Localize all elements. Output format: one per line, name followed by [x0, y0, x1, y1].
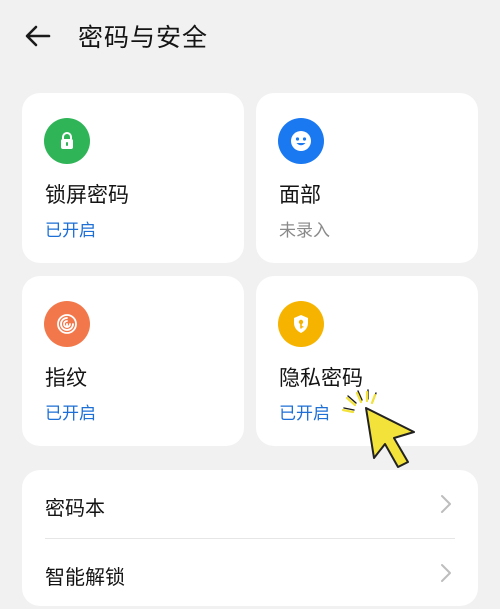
back-arrow-icon[interactable] — [22, 20, 54, 52]
list-item-password-book[interactable]: 密码本 — [22, 470, 478, 538]
top-bar: 密码与安全 — [0, 0, 500, 72]
list-item-label: 智能解锁 — [45, 565, 125, 589]
card-title: 面部 — [279, 183, 321, 207]
card-lock-screen-password[interactable]: 锁屏密码 已开启 — [22, 93, 244, 263]
status-text: 已开启 — [279, 404, 330, 424]
page-title: 密码与安全 — [78, 23, 209, 52]
card-title: 指纹 — [45, 366, 87, 390]
list-item-label: 密码本 — [45, 496, 105, 520]
lock-icon — [44, 118, 90, 164]
fingerprint-icon — [44, 301, 90, 347]
card-face[interactable]: 面部 未录入 — [256, 93, 478, 263]
status-text: 已开启 — [45, 221, 96, 241]
card-title: 隐私密码 — [279, 366, 363, 390]
settings-list: 密码本 智能解锁 — [22, 470, 478, 606]
card-fingerprint[interactable]: 指纹 已开启 — [22, 276, 244, 446]
shield-key-icon — [278, 301, 324, 347]
card-privacy-password[interactable]: 隐私密码 已开启 — [256, 276, 478, 446]
face-icon — [278, 118, 324, 164]
status-text: 未录入 — [279, 221, 330, 241]
list-item-smart-unlock[interactable]: 智能解锁 — [22, 539, 478, 606]
card-title: 锁屏密码 — [45, 183, 129, 207]
status-text: 已开启 — [45, 404, 96, 424]
chevron-right-icon — [441, 564, 451, 582]
chevron-right-icon — [441, 495, 451, 513]
